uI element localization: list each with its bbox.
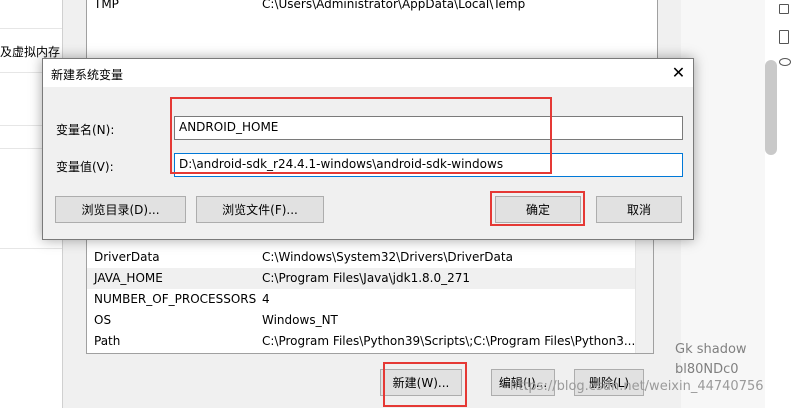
panel-icon[interactable] [779, 30, 789, 44]
table-row[interactable]: DriverData C:\Windows\System32\Drivers\D… [87, 247, 635, 268]
variable-value-label: 变量值(V): [56, 160, 114, 174]
right-pane-line: bl80NDc0 [675, 362, 739, 377]
table-row[interactable]: JAVA_HOME C:\Program Files\Java\jdk1.8.0… [87, 268, 635, 289]
divider [0, 28, 62, 29]
dialog-title: 新建系统变量 [51, 68, 124, 82]
variable-name: NUMBER_OF_PROCESSORS [94, 292, 257, 306]
user-variables-list[interactable]: TMP C:\Users\Administrator\AppData\Local… [86, 0, 658, 59]
system-variables-list[interactable]: DriverData C:\Windows\System32\Drivers\D… [86, 232, 654, 354]
variable-name: JAVA_HOME [94, 271, 163, 285]
variable-value: C:\Windows\System32\Drivers\DriverData [262, 250, 513, 264]
variable-name: OS [94, 313, 112, 327]
variable-name-label: 变量名(N): [56, 123, 115, 137]
variable-value: Windows_NT [262, 313, 338, 327]
variable-name: Path [94, 334, 121, 348]
right-pane-line: Gk shadow [675, 342, 747, 357]
watermark: https://blog.csdn.net/weixin_44740756 [510, 379, 764, 394]
browse-directory-button[interactable]: 浏览目录(D)... [55, 196, 186, 223]
divider [0, 248, 62, 249]
highlight-box [383, 362, 467, 407]
square-icon[interactable] [779, 4, 789, 14]
variable-name: DriverData [94, 250, 160, 264]
scrollbar-thumb[interactable] [765, 60, 777, 155]
close-icon[interactable]: ✕ [665, 60, 692, 86]
list-item[interactable]: TMP C:\Users\Administrator\AppData\Local… [87, 0, 635, 15]
table-row[interactable]: OS Windows_NT [87, 310, 635, 331]
variable-name: TMP [94, 0, 119, 11]
title-bar: 新建系统变量 ✕ [43, 59, 693, 87]
table-row[interactable]: Path C:\Program Files\Python39\Scripts\;… [87, 331, 635, 352]
highlight-box [490, 191, 585, 226]
variable-value: C:\Program Files\Java\jdk1.8.0_271 [262, 271, 471, 285]
table-row[interactable]: NUMBER_OF_PROCESSORS 4 [87, 289, 635, 310]
cancel-button[interactable]: 取消 [596, 196, 682, 223]
variable-value: 4 [262, 292, 270, 306]
eye-icon[interactable] [779, 58, 791, 66]
right-pane-text: Gk shadow bl80NDc0 [675, 340, 747, 380]
variable-value: C:\Users\Administrator\AppData\Local\Tem… [262, 0, 526, 11]
variable-value: C:\Program Files\Python39\Scripts\;C:\Pr… [262, 334, 636, 348]
highlight-box [170, 97, 552, 174]
browse-file-button[interactable]: 浏览文件(F)... [196, 196, 324, 223]
new-system-variable-dialog: 新建系统变量 ✕ 变量名(N): ANDROID_HOME 变量值(V): D:… [42, 58, 694, 240]
scrollbar[interactable] [635, 233, 653, 353]
